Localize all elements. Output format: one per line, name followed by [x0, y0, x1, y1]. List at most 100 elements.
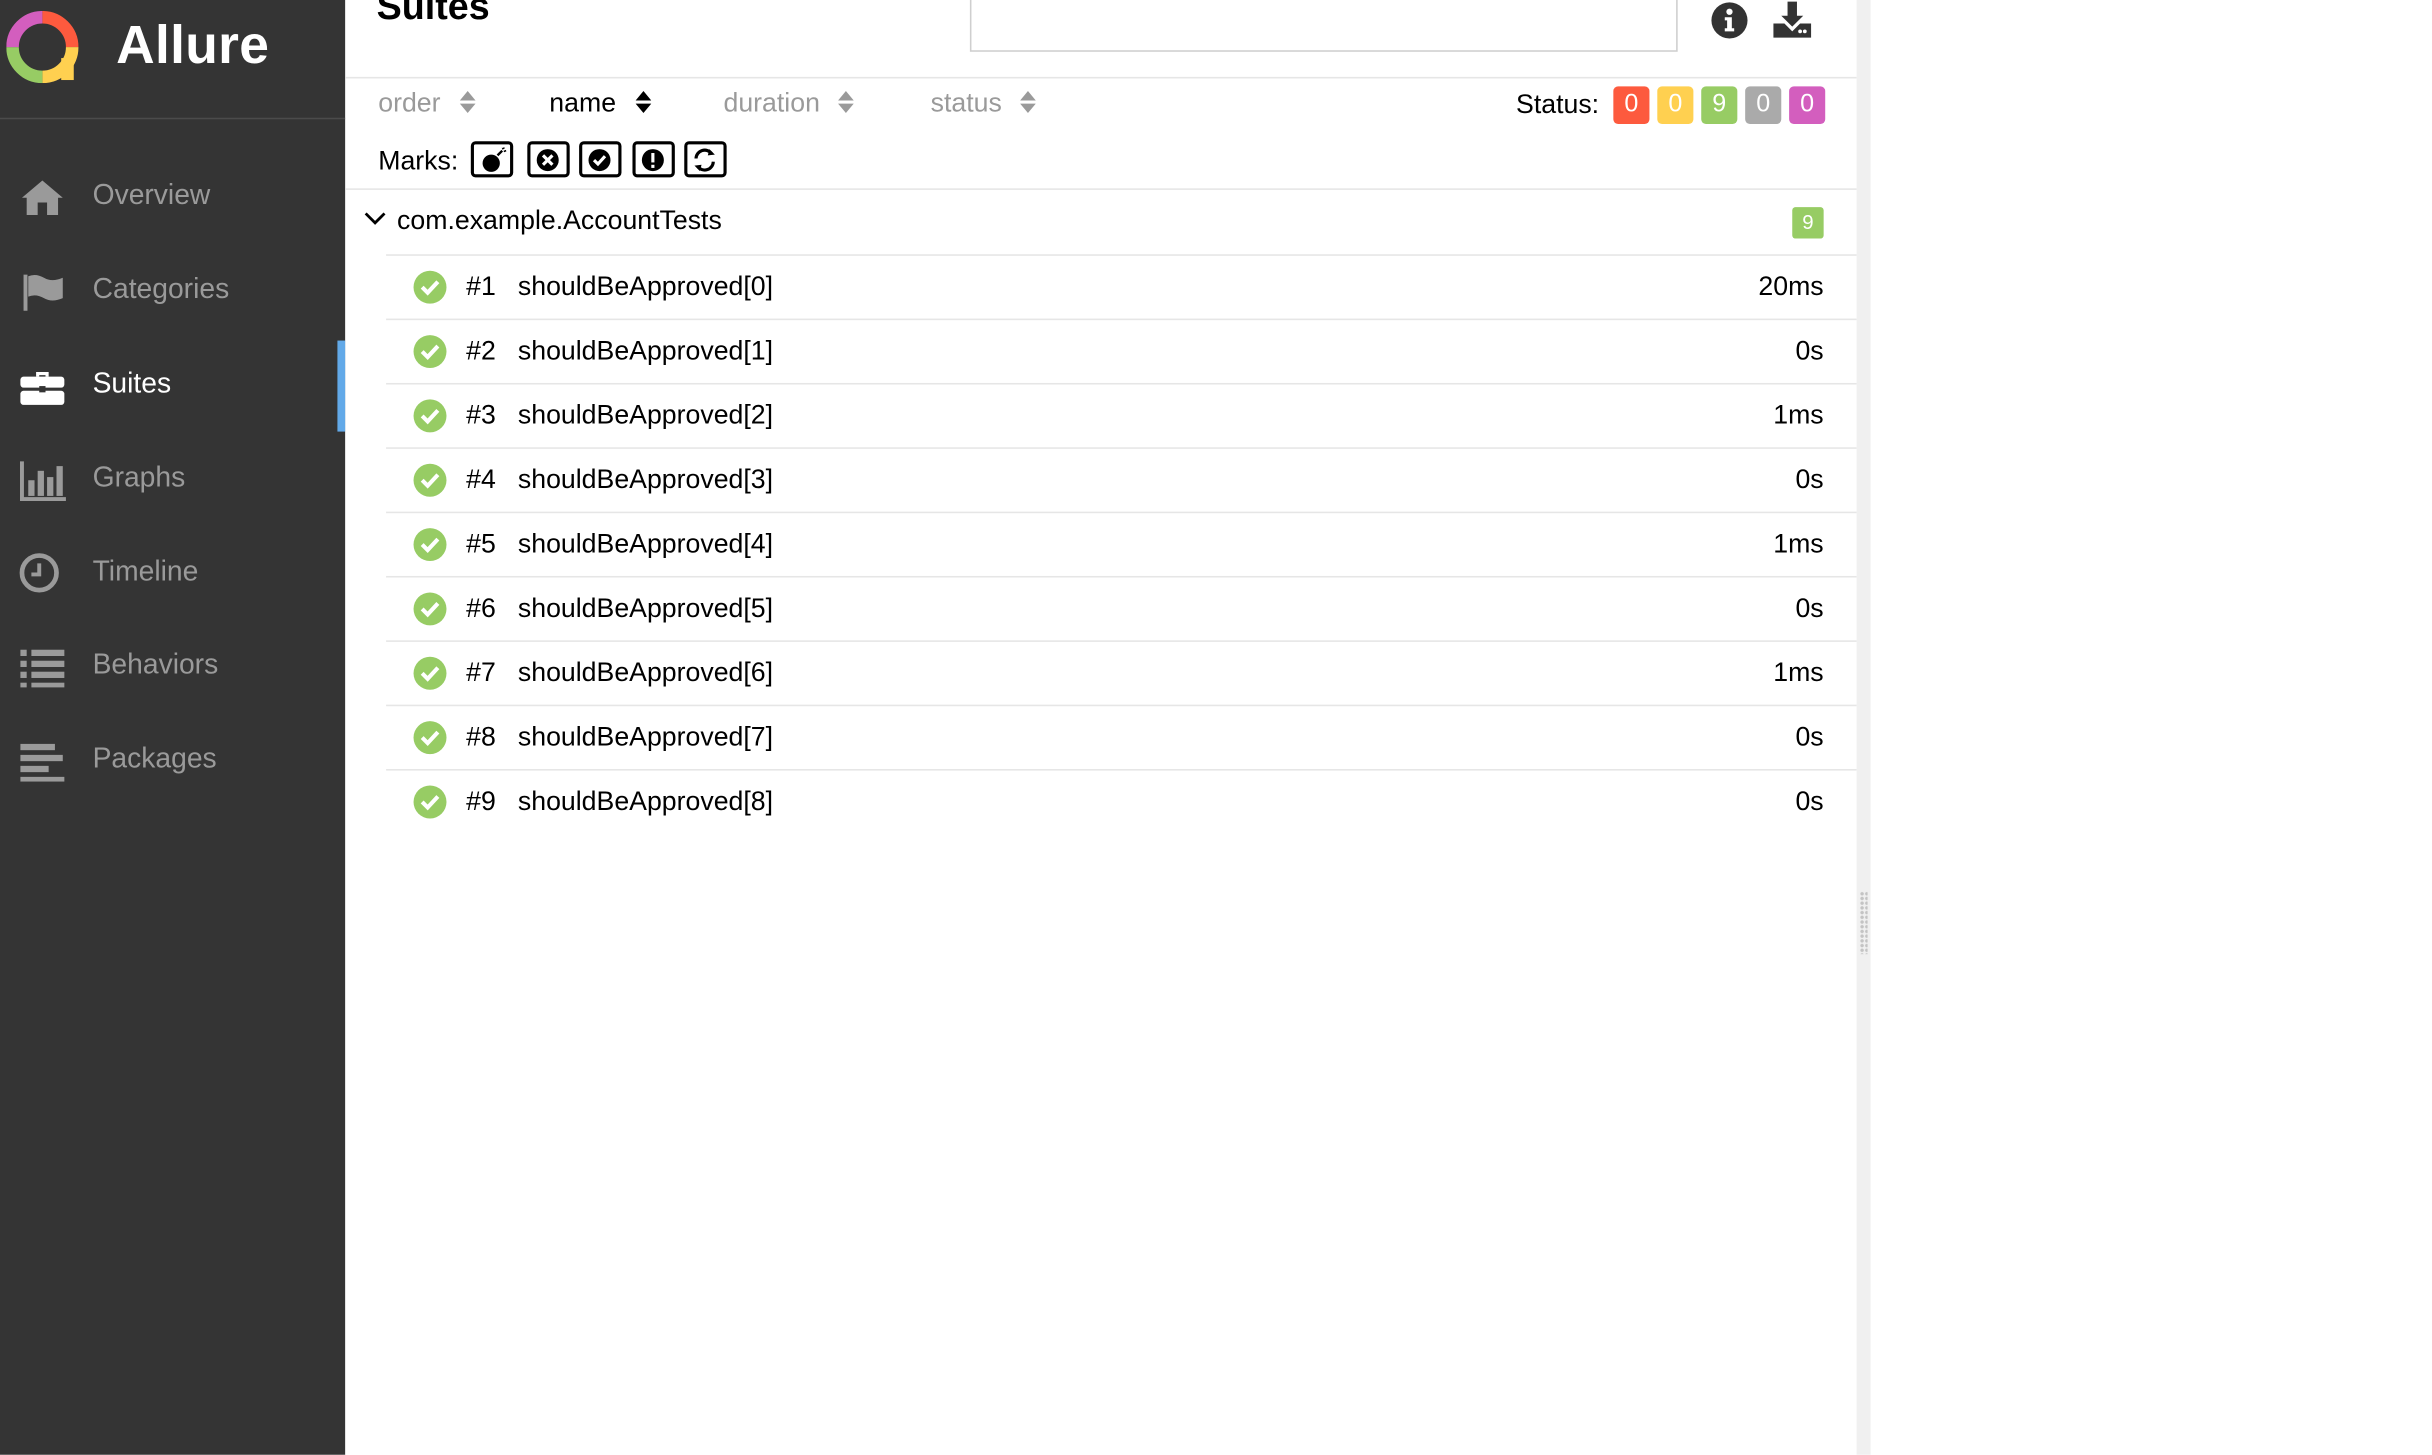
- test-row[interactable]: #7 shouldBeApproved[6] 1ms: [386, 640, 1857, 704]
- passed-icon: [413, 785, 447, 819]
- test-duration: 0s: [1795, 721, 1824, 752]
- test-name: shouldBeApproved[3]: [517, 464, 774, 495]
- sidebar-item-categories[interactable]: Categories: [0, 246, 345, 337]
- test-number: #9: [466, 786, 496, 817]
- suite-group-row[interactable]: com.example.AccountTests 9: [345, 190, 1856, 254]
- info-icon[interactable]: [1709, 0, 1750, 41]
- test-row[interactable]: #2 shouldBeApproved[1] 0s: [386, 318, 1857, 383]
- test-name: shouldBeApproved[8]: [517, 786, 774, 817]
- sort-by-name[interactable]: name: [549, 87, 651, 119]
- sidebar-item-overview[interactable]: Overview: [0, 152, 345, 243]
- test-duration: 0s: [1795, 335, 1824, 366]
- mark-flaky-button[interactable]: [470, 141, 514, 178]
- download-icon[interactable]: [1772, 0, 1813, 41]
- passed-icon: [413, 721, 447, 755]
- search-input[interactable]: [971, 0, 1677, 51]
- briefcase-icon: [20, 371, 65, 405]
- test-row[interactable]: #9 shouldBeApproved[8] 0s: [386, 769, 1857, 833]
- sidebar-item-timeline[interactable]: Timeline: [0, 529, 345, 620]
- test-duration: 1ms: [1773, 657, 1824, 688]
- mark-new-passed-button[interactable]: [579, 141, 622, 178]
- divider: [345, 76, 1857, 79]
- mark-retries-button[interactable]: [684, 141, 727, 178]
- test-number: #8: [466, 721, 496, 752]
- suite-group-count-badge: 9: [1792, 207, 1824, 239]
- new-broken-icon: [641, 149, 664, 172]
- passed-icon: [413, 463, 447, 497]
- test-duration: 1ms: [1773, 400, 1824, 431]
- align-left-icon: [20, 743, 65, 782]
- test-number: #3: [466, 400, 496, 431]
- sort-by-status[interactable]: status: [931, 88, 1037, 119]
- sidebar-item-label: Behaviors: [92, 648, 219, 680]
- passed-icon: [413, 270, 447, 304]
- flaky-icon: [482, 147, 507, 172]
- test-duration: 1ms: [1773, 528, 1824, 559]
- retries-icon: [694, 148, 715, 172]
- test-name: shouldBeApproved[0]: [517, 271, 774, 302]
- status-badge-failed[interactable]: 0: [1613, 86, 1650, 124]
- bar-chart-icon: [20, 461, 66, 502]
- mark-new-failed-button[interactable]: [527, 141, 570, 178]
- sidebar-item-packages[interactable]: Packages: [0, 716, 345, 807]
- test-row[interactable]: #1 shouldBeApproved[0] 20ms: [386, 254, 1857, 318]
- flag-icon: [23, 274, 63, 311]
- new-failed-icon: [536, 149, 559, 172]
- sidebar-item-graphs[interactable]: Graphs: [0, 435, 345, 526]
- page-title: Suites: [376, 0, 490, 29]
- sort-label: name: [549, 87, 617, 118]
- suites-pane: Suites order name duration status Status…: [345, 0, 1857, 1455]
- test-row[interactable]: #4 shouldBeApproved[3] 0s: [386, 447, 1857, 511]
- new-passed-icon: [588, 149, 611, 172]
- test-duration: 0s: [1795, 464, 1824, 495]
- test-row[interactable]: #8 shouldBeApproved[7] 0s: [386, 704, 1857, 769]
- test-number: #4: [466, 464, 496, 495]
- test-row[interactable]: #3 shouldBeApproved[2] 1ms: [386, 382, 1857, 447]
- passed-icon: [413, 592, 447, 626]
- search-field[interactable]: [969, 0, 1678, 52]
- sort-icon: [634, 91, 651, 114]
- mark-new-broken-button[interactable]: [632, 141, 675, 178]
- sort-icon: [459, 91, 476, 114]
- test-name: shouldBeApproved[5]: [517, 593, 774, 624]
- clock-icon: [19, 553, 59, 593]
- sidebar-item-label: Timeline: [92, 555, 199, 587]
- test-name: shouldBeApproved[6]: [517, 657, 774, 688]
- test-duration: 0s: [1795, 786, 1824, 817]
- pane-splitter[interactable]: [1856, 0, 1871, 1455]
- test-details-pane: [1870, 0, 2432, 1455]
- test-row[interactable]: #6 shouldBeApproved[5] 0s: [386, 575, 1857, 640]
- brand-name: Allure: [116, 15, 270, 76]
- allure-logo-icon: [6, 10, 79, 84]
- sort-by-order[interactable]: order: [378, 87, 476, 119]
- test-row[interactable]: #5 shouldBeApproved[4] 1ms: [386, 511, 1857, 576]
- splitter-grip-icon: [1859, 891, 1868, 955]
- status-badge-unknown[interactable]: 0: [1789, 86, 1826, 124]
- test-name: shouldBeApproved[7]: [517, 721, 774, 752]
- passed-icon: [413, 656, 447, 690]
- test-duration: 0s: [1795, 593, 1824, 624]
- test-name: shouldBeApproved[4]: [517, 528, 774, 559]
- status-badge-passed[interactable]: 9: [1701, 86, 1738, 124]
- marks-label: Marks:: [378, 145, 459, 176]
- brand[interactable]: Allure: [0, 0, 346, 120]
- status-badge-broken[interactable]: 0: [1657, 86, 1694, 124]
- passed-icon: [413, 528, 447, 562]
- test-name: shouldBeApproved[1]: [517, 335, 774, 366]
- passed-icon: [413, 399, 447, 433]
- sidebar: Allure Overview Categories Suites Graphs…: [0, 0, 346, 1455]
- sort-by-duration[interactable]: duration: [723, 88, 855, 119]
- test-number: #5: [466, 528, 496, 559]
- status-badge-skipped[interactable]: 0: [1745, 86, 1782, 124]
- test-number: #6: [466, 593, 496, 624]
- passed-icon: [413, 335, 447, 369]
- sidebar-item-behaviors[interactable]: Behaviors: [0, 621, 345, 712]
- sort-icon: [1020, 91, 1037, 114]
- sort-label: order: [378, 87, 441, 118]
- sort-label: status: [930, 87, 1002, 118]
- list-icon: [20, 649, 65, 688]
- chevron-down-icon: [364, 212, 386, 225]
- status-filter-label: Status:: [1516, 89, 1600, 120]
- sidebar-item-label: Graphs: [92, 461, 186, 493]
- sidebar-item-suites[interactable]: Suites: [0, 340, 346, 432]
